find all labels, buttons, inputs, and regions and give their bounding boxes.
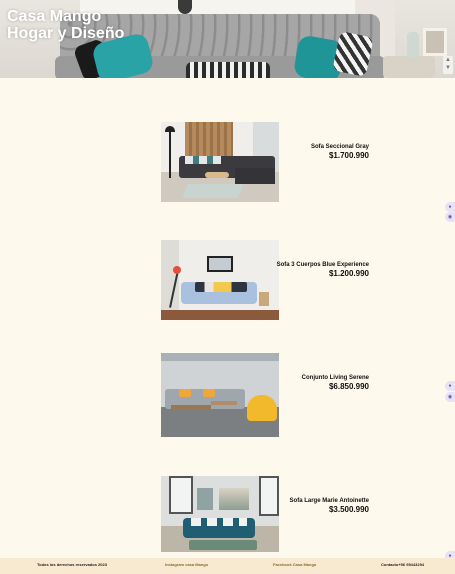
photo-artwork bbox=[219, 488, 249, 510]
photo-pillows bbox=[195, 282, 247, 292]
photo-window bbox=[259, 476, 279, 516]
photo-floor bbox=[161, 310, 279, 320]
photo-rug bbox=[182, 184, 244, 198]
product-photo[interactable] bbox=[161, 353, 279, 437]
hero-vase bbox=[407, 32, 419, 58]
photo-window bbox=[169, 476, 193, 514]
product-name[interactable]: Sofa Large Marie Antoinette bbox=[290, 498, 369, 504]
footer-copyright: Todos los derechos reservados 2023 bbox=[37, 562, 107, 567]
photo-pillow bbox=[203, 389, 215, 397]
scroll-arrows[interactable]: ▲ ▼ bbox=[443, 56, 453, 74]
photo-pillows bbox=[191, 518, 247, 526]
product-photo[interactable] bbox=[161, 240, 279, 320]
product-info: Sofa 3 Cuerpos Blue Experience $1.200.99… bbox=[277, 262, 369, 278]
product-photo[interactable] bbox=[161, 122, 279, 202]
photo-stool bbox=[259, 292, 269, 306]
translate-widget-icon[interactable]: ● bbox=[445, 202, 455, 212]
translate-widget-icon[interactable]: ● bbox=[445, 381, 455, 391]
hero-banner: Casa Mango Hogar y Diseño bbox=[0, 0, 455, 78]
product-price: $1.700.990 bbox=[328, 151, 369, 160]
photo-artwork bbox=[197, 488, 213, 510]
photo-table bbox=[211, 401, 237, 405]
product-info: Sofa Large Marie Antoinette $3.500.990 bbox=[290, 498, 369, 514]
photo-lamp bbox=[169, 128, 171, 178]
photo-table bbox=[171, 405, 211, 409]
site-title-line2: Hogar y Diseño bbox=[7, 25, 125, 42]
hero-pillow bbox=[186, 62, 270, 78]
product-name[interactable]: Sofa Seccional Gray bbox=[311, 144, 369, 150]
photo-tables bbox=[205, 172, 229, 178]
chevron-down-icon[interactable]: ▼ bbox=[443, 64, 453, 72]
instagram-link[interactable]: Instagram casa Mango bbox=[165, 562, 208, 567]
photo-frame bbox=[207, 256, 233, 272]
photo-chaise bbox=[235, 168, 275, 184]
footer-contact: Contacto+56 95443294 bbox=[381, 562, 425, 567]
product-info: Sofa Seccional Gray $1.700.990 bbox=[311, 144, 369, 160]
product-photo[interactable] bbox=[161, 476, 279, 552]
photo-pillow bbox=[179, 389, 191, 397]
site-title-line1: Casa Mango bbox=[7, 8, 102, 25]
hero-lamp bbox=[178, 0, 192, 14]
chevron-up-icon[interactable]: ▲ bbox=[443, 56, 453, 64]
photo-lamp-head bbox=[165, 126, 175, 132]
photo-rug bbox=[189, 540, 257, 550]
product-price: $3.500.990 bbox=[328, 505, 369, 514]
photo-ceiling bbox=[161, 353, 279, 361]
product-price: $1.200.990 bbox=[328, 269, 369, 278]
photo-pillows bbox=[185, 156, 221, 164]
photo-lamp-head bbox=[173, 266, 181, 274]
site-footer: Todos los derechos reservados 2023 Insta… bbox=[0, 558, 455, 574]
accessibility-widget-icon[interactable]: ◉ bbox=[445, 212, 455, 222]
product-price: $6.850.990 bbox=[328, 382, 369, 391]
product-info: Conjunto Living Serene $6.850.990 bbox=[302, 375, 369, 391]
hero-photo-frame bbox=[423, 28, 447, 56]
photo-chair bbox=[247, 395, 277, 421]
hero-side-table bbox=[383, 56, 435, 78]
product-name[interactable]: Sofa 3 Cuerpos Blue Experience bbox=[277, 262, 369, 268]
product-name[interactable]: Conjunto Living Serene bbox=[302, 375, 369, 381]
site-title: Casa Mango Hogar y Diseño bbox=[7, 8, 124, 42]
accessibility-widget-icon[interactable]: ◉ bbox=[445, 392, 455, 402]
facebook-link[interactable]: Facebook Casa Mango bbox=[273, 562, 316, 567]
